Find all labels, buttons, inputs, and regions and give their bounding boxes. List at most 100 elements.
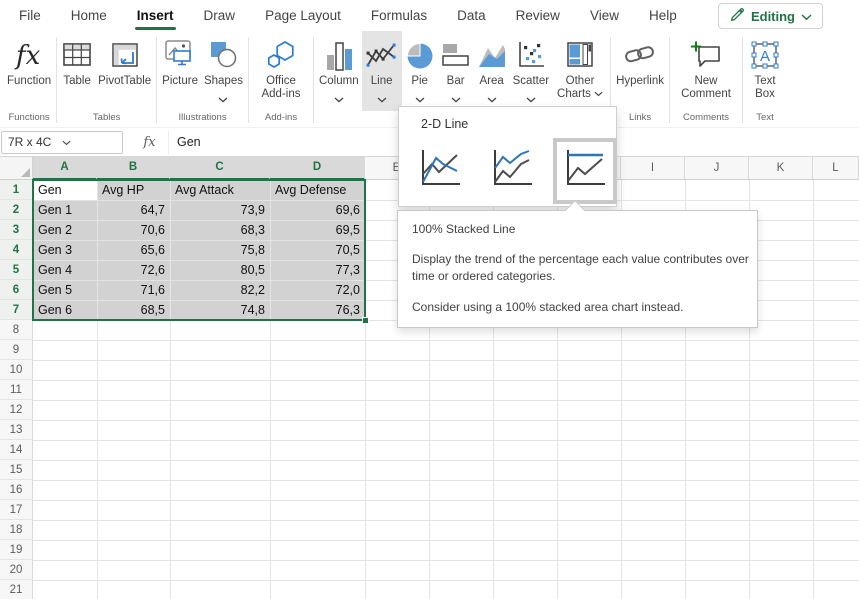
cell[interactable]: 64,7 <box>97 200 170 220</box>
menu-tab-review[interactable]: Review <box>501 0 575 31</box>
cell[interactable]: 77,3 <box>270 260 365 280</box>
pivottable-label: PivotTable <box>98 75 151 88</box>
menu-tab-help[interactable]: Help <box>634 0 692 31</box>
cell[interactable]: 76,3 <box>270 300 365 320</box>
new-comment-button[interactable]: New Comment <box>672 31 740 111</box>
menu-tab-page-layout[interactable]: Page Layout <box>250 0 356 31</box>
select-all-corner[interactable] <box>0 157 33 180</box>
row-header-17[interactable]: 17 <box>0 500 33 520</box>
column-header-D[interactable]: D <box>270 157 365 180</box>
other-charts-button[interactable]: Other Charts <box>552 31 608 111</box>
column-header-K[interactable]: K <box>749 157 813 180</box>
cell[interactable]: 69,6 <box>270 200 365 220</box>
row-header-10[interactable]: 10 <box>0 360 33 380</box>
shapes-button[interactable]: Shapes <box>201 31 246 111</box>
row-header-9[interactable]: 9 <box>0 340 33 360</box>
bar-chart-button[interactable]: Bar <box>438 31 474 111</box>
line-chart-button[interactable]: Line <box>362 31 402 111</box>
row-header-3[interactable]: 3 <box>0 220 33 240</box>
menu-tab-insert[interactable]: Insert <box>122 0 189 31</box>
row-header-7[interactable]: 7 <box>0 300 33 320</box>
name-box[interactable]: 7R x 4C <box>1 131 123 154</box>
row-header-11[interactable]: 11 <box>0 380 33 400</box>
cell[interactable]: Gen 5 <box>33 280 97 300</box>
cell[interactable]: 71,6 <box>97 280 170 300</box>
cell[interactable]: 73,9 <box>170 200 270 220</box>
function-button[interactable]: fx Function <box>4 31 54 111</box>
stacked-line-chart-option[interactable] <box>481 139 543 203</box>
menu-tab-formulas[interactable]: Formulas <box>356 0 442 31</box>
pivottable-button[interactable]: PivotTable <box>95 31 154 111</box>
cell[interactable]: 68,5 <box>97 300 170 320</box>
column-header-B[interactable]: B <box>97 157 170 180</box>
gridline <box>33 420 859 421</box>
cell[interactable]: 65,6 <box>97 240 170 260</box>
column-header-A[interactable]: A <box>33 157 97 180</box>
menu-tab-draw[interactable]: Draw <box>189 0 251 31</box>
row-header-1[interactable]: 1 <box>0 180 33 200</box>
pie-chart-button[interactable]: Pie <box>402 31 438 111</box>
cell[interactable]: 72,6 <box>97 260 170 280</box>
row-header-5[interactable]: 5 <box>0 260 33 280</box>
column-header-J[interactable]: J <box>685 157 749 180</box>
row-header-19[interactable]: 19 <box>0 540 33 560</box>
row-header-4[interactable]: 4 <box>0 240 33 260</box>
cell[interactable]: 80,5 <box>170 260 270 280</box>
cell[interactable]: Gen 6 <box>33 300 97 320</box>
cell[interactable]: Gen 4 <box>33 260 97 280</box>
cell[interactable]: Gen <box>33 180 97 200</box>
100-stacked-line-chart-option-icon <box>561 146 609 191</box>
fx-icon[interactable]: fx <box>131 131 169 154</box>
row-header-8[interactable]: 8 <box>0 320 33 340</box>
area-chart-button[interactable]: Area <box>474 31 510 111</box>
row-header-6[interactable]: 6 <box>0 280 33 300</box>
hyperlink-icon <box>622 37 658 73</box>
cell[interactable]: 82,2 <box>170 280 270 300</box>
bar-label: Bar <box>447 75 465 88</box>
menu-tab-view[interactable]: View <box>575 0 634 31</box>
cell[interactable]: 72,0 <box>270 280 365 300</box>
hyperlink-button[interactable]: Hyperlink <box>613 31 667 111</box>
divider <box>669 37 670 123</box>
fill-handle[interactable] <box>362 317 369 324</box>
row-header-16[interactable]: 16 <box>0 480 33 500</box>
line-chart-option[interactable] <box>409 139 471 203</box>
row-header-2[interactable]: 2 <box>0 200 33 220</box>
cell[interactable]: Gen 1 <box>33 200 97 220</box>
gridline <box>33 520 859 521</box>
cell[interactable]: Gen 2 <box>33 220 97 240</box>
cell[interactable]: Gen 3 <box>33 240 97 260</box>
cell[interactable]: 70,6 <box>97 220 170 240</box>
column-header-C[interactable]: C <box>170 157 270 180</box>
100-stacked-line-chart-option[interactable] <box>553 138 617 204</box>
cell[interactable]: 70,5 <box>270 240 365 260</box>
row-header-20[interactable]: 20 <box>0 560 33 580</box>
column-label: Column <box>319 75 359 88</box>
cell[interactable]: 75,8 <box>170 240 270 260</box>
cell[interactable]: Avg Defense <box>270 180 365 200</box>
row-header-15[interactable]: 15 <box>0 460 33 480</box>
menu-tab-data[interactable]: Data <box>442 0 501 31</box>
table-button[interactable]: Table <box>59 31 95 111</box>
cell[interactable]: Avg Attack <box>170 180 270 200</box>
text-box-button[interactable]: A Text Box <box>745 31 785 111</box>
row-header-12[interactable]: 12 <box>0 400 33 420</box>
cell[interactable]: 69,5 <box>270 220 365 240</box>
column-header-I[interactable]: I <box>621 157 685 180</box>
menu-tab-file[interactable]: File <box>4 0 56 31</box>
picture-button[interactable]: Picture <box>159 31 201 111</box>
row-header-14[interactable]: 14 <box>0 440 33 460</box>
cell[interactable]: Avg HP <box>97 180 170 200</box>
row-header-13[interactable]: 13 <box>0 420 33 440</box>
cell[interactable]: 68,3 <box>170 220 270 240</box>
column-header-L[interactable]: L <box>813 157 859 180</box>
group-addins: Office Add-ins Add-ins <box>251 31 311 127</box>
cell[interactable]: 74,8 <box>170 300 270 320</box>
row-header-21[interactable]: 21 <box>0 580 33 599</box>
menu-tab-home[interactable]: Home <box>56 0 122 31</box>
office-addins-button[interactable]: Office Add-ins <box>251 31 311 111</box>
scatter-chart-button[interactable]: Scatter <box>510 31 552 111</box>
editing-mode-button[interactable]: Editing <box>718 3 823 29</box>
column-chart-button[interactable]: Column <box>316 31 362 111</box>
row-header-18[interactable]: 18 <box>0 520 33 540</box>
